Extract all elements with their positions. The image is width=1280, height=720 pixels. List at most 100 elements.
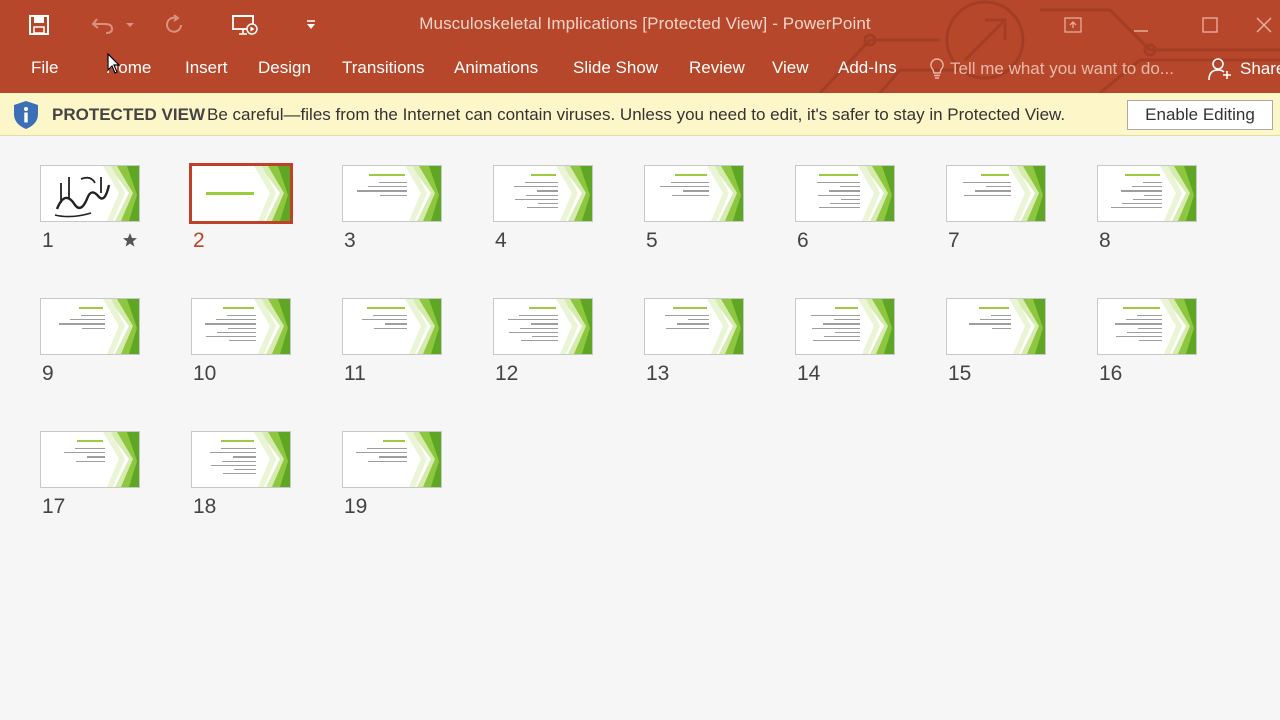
slide-preview[interactable] [946,298,1046,355]
slide-preview[interactable] [342,431,442,488]
slide-thumbnail-7[interactable]: 7 [946,165,1046,255]
slide-text-line [205,323,256,325]
slide-preview[interactable] [1097,298,1197,355]
slide-thumbnail-19[interactable]: 19 [342,431,442,521]
slide-preview[interactable] [644,298,744,355]
slide-text-line [228,327,256,329]
slide-text-line [221,448,256,450]
maximize-icon[interactable] [1187,6,1233,44]
calligraphy-image [54,176,111,218]
lightbulb-icon [930,58,944,79]
slide-text-line [1122,203,1162,205]
tab-animations[interactable]: Animations [454,58,538,84]
slide-text-line [223,473,256,475]
slide-thumbnail-1[interactable]: 1 [40,165,140,255]
slide-title-line [367,307,405,309]
tab-view[interactable]: View [772,58,809,84]
slide-text-line [367,448,407,450]
slide-thumbnail-17[interactable]: 17 [40,431,140,521]
slide-text-line [87,456,105,458]
slide-thumbnail-11[interactable]: 11 [342,298,442,388]
slide-preview[interactable] [40,298,140,355]
slide-number: 4 [495,229,507,252]
slide-text-line [813,340,860,342]
slide-preview[interactable] [191,431,291,488]
slide-preview[interactable] [342,298,442,355]
slide-thumbnail-5[interactable]: 5 [644,165,744,255]
slide-title-line [369,174,405,176]
slide-text-line [520,327,558,329]
slide-thumbnail-16[interactable]: 16 [1097,298,1197,388]
slide-thumbnail-3[interactable]: 3 [342,165,442,255]
close-icon[interactable] [1256,6,1280,44]
slide-title-line [221,440,254,442]
slide-text-line [508,319,558,321]
slide-preview[interactable] [493,298,593,355]
slide-text-line [1144,194,1162,196]
ribbon-display-options-icon[interactable] [1050,6,1096,44]
slide-title-line [1123,307,1160,309]
tab-home[interactable]: Home [106,58,151,84]
slide-thumbnail-15[interactable]: 15 [946,298,1046,388]
slide-title-line [675,174,707,176]
tab-add-ins[interactable]: Add-Ins [838,58,897,84]
slide-preview[interactable] [493,165,593,222]
tab-file[interactable]: File [31,58,58,84]
slide-text-line [969,323,1011,325]
tab-insert[interactable]: Insert [185,58,228,84]
slide-preview[interactable] [1097,165,1197,222]
slide-preview[interactable] [795,298,895,355]
slide-preview[interactable] [40,431,140,488]
slide-text-line [975,190,1011,192]
slide-preview[interactable] [40,165,140,222]
slide-text-line [368,186,407,188]
slide-text-line [665,315,709,317]
tab-review[interactable]: Review [689,58,745,84]
slide-preview[interactable] [946,165,1046,222]
slide-text-line [1116,336,1162,338]
slide-thumbnail-18[interactable]: 18 [191,431,291,521]
slide-number: 18 [193,495,217,518]
slide-preview[interactable] [644,165,744,222]
slide-text-line [217,331,256,334]
slide-text-line [515,198,558,201]
slide-text-line [206,336,256,338]
slide-number: 14 [797,362,821,385]
slide-thumbnail-4[interactable]: 4 [493,165,593,255]
tell-me-search[interactable]: Tell me what you want to do... [930,56,1174,82]
enable-editing-button[interactable]: Enable Editing [1127,100,1273,130]
slide-thumbnail-13[interactable]: 13 [644,298,744,388]
slide-number: 15 [948,362,972,385]
slide-preview[interactable] [342,165,442,222]
slide-text-line [210,452,256,454]
slide-thumbnail-8[interactable]: 8 [1097,165,1197,255]
slide-thumbnail-10[interactable]: 10 [191,298,291,388]
slide-text-line [70,319,105,321]
slide-preview[interactable] [189,163,293,224]
slide-number: 16 [1099,362,1123,385]
slide-thumbnail-12[interactable]: 12 [493,298,593,388]
slide-number: 5 [646,229,658,252]
slide-number: 10 [193,362,217,385]
slide-title-line [79,307,103,309]
slide-thumbnail-6[interactable]: 6 [795,165,895,255]
slide-thumbnail-14[interactable]: 14 [795,298,895,388]
slide-thumbnail-2[interactable]: 2 [189,163,293,255]
slide-preview[interactable] [795,165,895,222]
tab-design[interactable]: Design [258,58,311,84]
share-label: Share [1240,59,1280,78]
share-button[interactable]: Share [1208,55,1280,83]
slide-text-line [233,456,256,458]
slide-number: 9 [42,362,54,385]
slide-text-line [374,327,407,329]
minimize-icon[interactable] [1118,6,1164,44]
tab-transitions[interactable]: Transitions [342,58,425,84]
slide-number: 11 [344,362,366,385]
slide-title-line [979,307,1009,309]
slide-preview[interactable] [191,298,291,355]
slide-text-line [834,319,860,321]
tab-slide-show[interactable]: Slide Show [573,58,658,84]
slide-thumbnail-9[interactable]: 9 [40,298,140,388]
slide-text-line [373,315,407,317]
slide-title-line [77,440,103,442]
